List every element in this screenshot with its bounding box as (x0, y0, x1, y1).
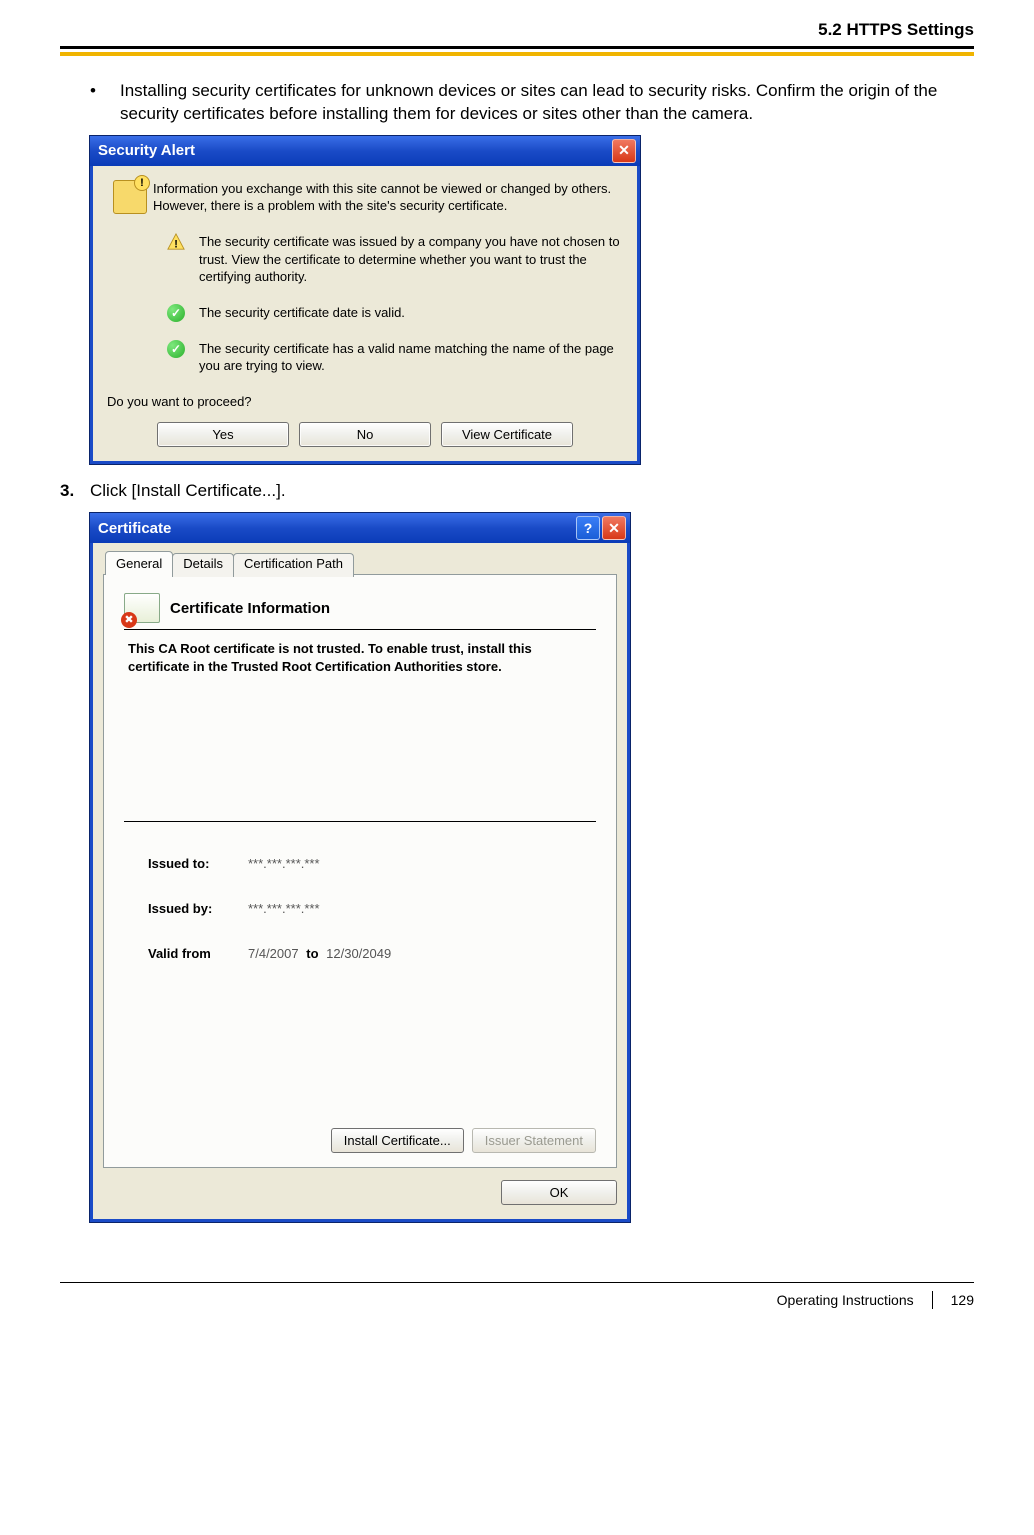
tab-general[interactable]: General (105, 551, 173, 575)
certificate-tabs: General Details Certification Path (105, 551, 617, 575)
certificate-titlebar: Certificate ? ✕ (90, 513, 630, 543)
alert-item-text: The security certificate was issued by a… (199, 233, 623, 286)
warning-icon: ! (167, 233, 185, 251)
tab-details[interactable]: Details (172, 553, 234, 577)
close-button[interactable]: ✕ (612, 139, 636, 163)
alert-item-text: The security certificate has a valid nam… (199, 340, 623, 375)
certificate-error-icon (124, 593, 160, 623)
valid-from-label: Valid from (148, 946, 248, 961)
footer-page-number: 129 (951, 1292, 974, 1308)
bullet-marker: • (90, 80, 120, 126)
certificate-title: Certificate (98, 520, 574, 537)
certificate-body: General Details Certification Path Certi… (90, 543, 630, 1222)
issued-by-value: ***.***.***.*** (248, 901, 320, 916)
install-certificate-button[interactable]: Install Certificate... (331, 1128, 464, 1153)
tab-panel-general: Certificate Information This CA Root cer… (103, 574, 617, 1168)
header-rule-gold (60, 52, 974, 56)
checkmark-icon: ✓ (167, 340, 185, 358)
trust-message: This CA Root certificate is not trusted.… (128, 640, 592, 675)
close-icon: ✕ (618, 142, 630, 159)
ok-button[interactable]: OK (501, 1180, 617, 1205)
valid-from-value: 7/4/2007 (248, 946, 299, 961)
bullet-item: • Installing security certificates for u… (90, 80, 974, 126)
valid-to-value: 12/30/2049 (326, 946, 391, 961)
yes-button[interactable]: Yes (157, 422, 289, 447)
help-button[interactable]: ? (576, 516, 600, 540)
section-title: 5.2 HTTPS Settings (60, 20, 974, 46)
certificate-heading: Certificate Information (170, 600, 330, 617)
tab-certification-path[interactable]: Certification Path (233, 553, 354, 577)
issuer-statement-button: Issuer Statement (472, 1128, 596, 1153)
view-certificate-button[interactable]: View Certificate (441, 422, 573, 447)
step-number: 3. (60, 480, 90, 503)
bullet-text: Installing security certificates for unk… (120, 80, 974, 126)
svg-text:!: ! (174, 238, 178, 250)
divider (124, 821, 596, 822)
lock-warning-icon (113, 180, 147, 214)
security-alert-body: Information you exchange with this site … (90, 166, 640, 464)
page-footer: Operating Instructions 129 (60, 1282, 974, 1309)
checkmark-icon: ✓ (167, 304, 185, 322)
issued-to-value: ***.***.***.*** (248, 856, 320, 871)
certificate-dialog: Certificate ? ✕ General Details Certific… (90, 513, 630, 1222)
valid-to-label: to (306, 946, 318, 961)
issued-to-label: Issued to: (148, 856, 248, 871)
proceed-prompt: Do you want to proceed? (107, 393, 623, 411)
security-alert-title: Security Alert (98, 142, 610, 159)
step-text: Click [Install Certificate...]. (90, 480, 286, 503)
divider (124, 629, 596, 630)
close-icon: ✕ (608, 520, 620, 537)
security-alert-dialog: Security Alert ✕ Information you exchang… (90, 136, 640, 464)
certificate-fields: Issued to: ***.***.***.*** Issued by: **… (148, 856, 586, 991)
security-alert-titlebar: Security Alert ✕ (90, 136, 640, 166)
footer-divider (932, 1291, 933, 1309)
close-button[interactable]: ✕ (602, 516, 626, 540)
step-3: 3. Click [Install Certificate...]. (60, 480, 974, 503)
header-rule-black (60, 46, 974, 49)
issued-by-label: Issued by: (148, 901, 248, 916)
footer-doc-title: Operating Instructions (777, 1292, 914, 1308)
help-icon: ? (584, 520, 593, 536)
no-button[interactable]: No (299, 422, 431, 447)
security-alert-intro: Information you exchange with this site … (153, 180, 623, 215)
alert-item-text: The security certificate date is valid. (199, 304, 405, 322)
